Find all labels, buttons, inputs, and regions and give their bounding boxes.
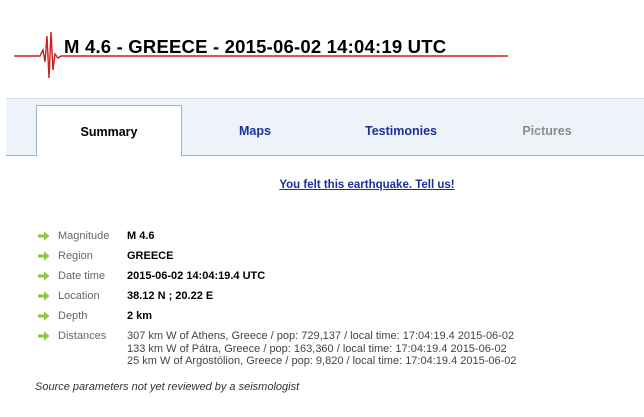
param-label: Location [58,290,100,302]
tab-testimonies[interactable]: Testimonies [328,105,474,157]
arrow-right-icon [38,231,50,241]
tab-bar: Summary Maps Testimonies Pictures [6,98,644,157]
param-value: GREECE [127,250,174,262]
param-label: Distances [58,330,107,342]
arrow-right-icon [38,331,50,341]
review-note: Source parameters not yet reviewed by a … [35,381,300,393]
param-label: Depth [58,310,88,322]
param-value: 2015-06-02 14:04:19.4 UTC [127,270,266,282]
distance-line: 133 km W of Pátra, Greece / pop: 163,360… [127,342,507,355]
param-value: M 4.6 [127,230,155,242]
tab-maps[interactable]: Maps [182,105,328,157]
param-value: 38.12 N ; 20.22 E [127,290,214,302]
distance-line: 307 km W of Athens, Greece / pop: 729,13… [127,330,515,342]
arrow-right-icon [38,251,50,261]
param-value: 2 km [127,310,153,322]
page-title: M 4.6 - GREECE - 2015-06-02 14:04:19 UTC [64,36,447,57]
distance-line: 25 km W of Argostólion, Greece / pop: 9,… [127,355,517,367]
tab-summary[interactable]: Summary [36,105,182,157]
param-label: Magnitude [58,230,110,242]
felt-earthquake-link[interactable]: You felt this earthquake. Tell us! [0,179,644,191]
arrow-right-icon [38,311,50,321]
distances-list: 307 km W of Athens, Greece / pop: 729,13… [127,330,517,368]
arrow-right-icon [38,291,50,301]
arrow-right-icon [38,271,50,281]
param-label: Region [58,250,93,262]
param-label: Date time [58,270,106,282]
page-header: M 4.6 - GREECE - 2015-06-02 14:04:19 UTC [0,0,644,96]
tab-pictures: Pictures [522,124,572,138]
